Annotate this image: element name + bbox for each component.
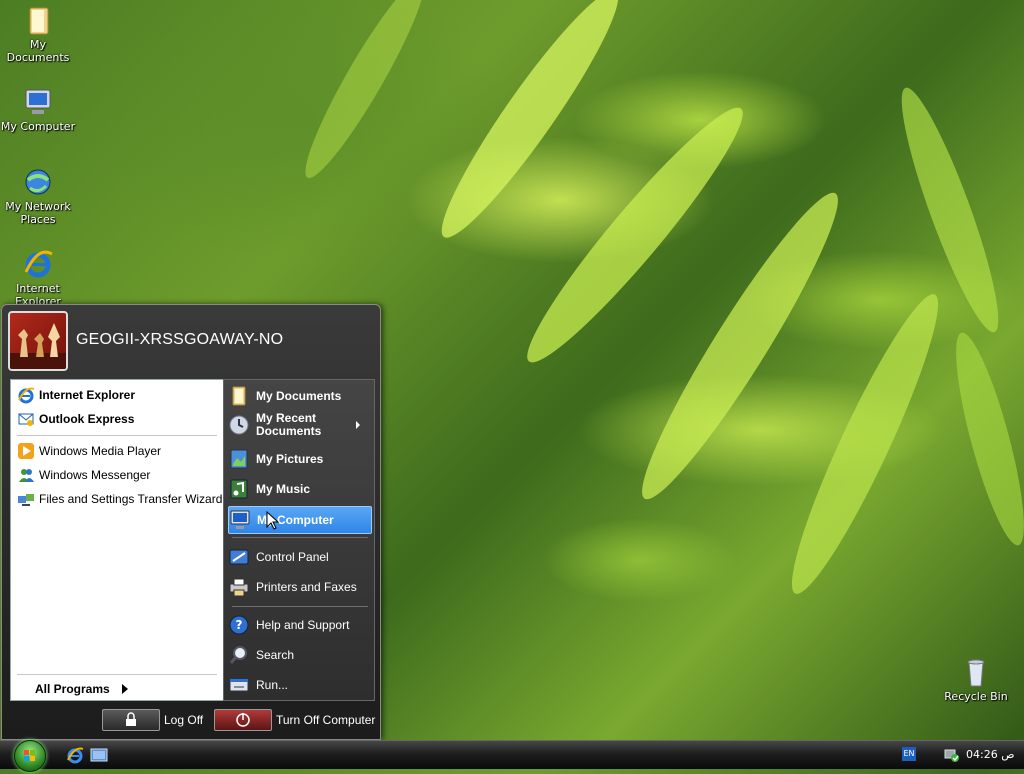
wallpaper-leaf [424,0,636,251]
pinned-item-label: Outlook Express [39,412,135,426]
run-icon [228,674,250,696]
place-control-panel[interactable]: Control Panel [228,546,370,568]
wallpaper-leaf [509,92,761,378]
computer-icon [22,86,54,118]
pictures-icon [228,448,250,470]
recycle-bin-icon [960,656,992,688]
all-programs-button[interactable]: All Programs [35,682,128,696]
separator [17,674,217,675]
log-off-label[interactable]: Log Off [164,713,203,727]
help-icon: ? [228,614,250,636]
desktop-icon-my-documents[interactable]: My Documents [0,4,76,64]
separator [17,435,217,436]
user-avatar[interactable] [8,311,68,371]
all-programs-label: All Programs [35,682,110,696]
place-my-music[interactable]: My Music [228,478,370,500]
internet-explorer-icon [22,248,54,280]
start-button[interactable] [14,740,46,772]
place-my-documents[interactable]: My Documents [228,385,370,407]
desktop-icon-internet-explorer[interactable]: Internet Explorer [0,248,76,308]
place-label: Run... [256,678,289,692]
transfer-wizard-icon [17,490,35,508]
desktop-icon-label: My Network Places [5,200,71,226]
computer-icon [229,509,251,531]
turn-off-button[interactable] [214,709,272,731]
wallpaper-leaf [291,0,439,187]
music-icon [228,478,250,500]
log-off-button[interactable] [102,709,160,731]
search-icon [228,644,250,666]
recent-documents-icon [228,414,250,436]
turn-off-label[interactable]: Turn Off Computer [276,713,375,727]
chess-pieces-icon [10,323,66,369]
taskbar: EN 04:26 ص [0,740,1024,772]
network-globe-icon [22,166,54,198]
start-menu-right-pane: My Documents My Recent Documents My Pict… [223,379,375,701]
desktop-icon-my-computer[interactable]: My Computer [0,86,76,133]
place-label: Help and Support [256,618,350,632]
pinned-internet-explorer[interactable]: Internet Explorer [17,386,135,404]
separator [232,537,368,538]
quicklaunch-internet-explorer-icon[interactable] [66,746,84,764]
place-label: Search [256,648,295,662]
user-name: GEOGII-XRSSGOAWAY-NO [76,331,284,348]
recent-item-label: Files and Settings Transfer Wizard [39,492,223,506]
recent-windows-media-player[interactable]: Windows Media Player [17,442,161,460]
pinned-item-label: Internet Explorer [39,388,136,402]
desktop-icon-label: My Documents [6,38,70,64]
documents-icon [228,385,250,407]
mouse-cursor-icon [266,511,280,530]
pinned-outlook-express[interactable]: Outlook Express [17,410,134,428]
desktop-icon-label: Recycle Bin [944,690,1008,703]
start-menu-footer: Log Off Turn Off Computer [2,705,380,739]
windows-logo-icon [24,750,35,761]
start-menu: GEOGII-XRSSGOAWAY-NO Internet Explorer O… [1,304,381,740]
start-menu-header: GEOGII-XRSSGOAWAY-NO [2,305,380,377]
wallpaper-leaf [943,327,1024,551]
place-my-computer[interactable]: My Computer [228,506,372,534]
desktop-icon-recycle-bin[interactable]: Recycle Bin [938,656,1014,703]
wallpaper-leaf [622,179,858,513]
start-menu-left-pane: Internet Explorer Outlook Express Window… [10,379,224,701]
control-panel-icon [228,546,250,568]
recent-item-label: Windows Messenger [39,468,151,482]
place-run[interactable]: Run... [228,674,370,696]
place-label: My Recent Documents [256,411,322,438]
place-help-and-support[interactable]: ? Help and Support [228,614,370,636]
wallpaper-leaf [773,284,957,604]
language-indicator[interactable]: EN [902,747,916,761]
wallpaper-leaf [886,80,1014,340]
place-label: Control Panel [256,550,329,564]
lock-icon [126,712,136,726]
desktop-icon-my-network-places[interactable]: My Network Places [0,166,76,226]
place-label: My Music [256,482,311,496]
svg-text:?: ? [236,618,243,632]
separator [232,606,368,607]
power-icon [236,713,250,727]
place-label: Printers and Faxes [256,580,357,594]
media-player-icon [17,442,35,460]
folder-icon [22,4,54,36]
recent-files-settings-transfer-wizard[interactable]: Files and Settings Transfer Wizard [17,490,222,508]
arrow-right-icon [121,684,128,694]
internet-explorer-icon [17,386,35,404]
desktop-icon-label: My Computer [0,120,76,133]
place-label: My Documents [256,389,342,403]
quicklaunch-show-desktop-icon[interactable] [90,746,108,764]
place-my-recent-documents[interactable]: My Recent Documents [228,412,370,438]
outlook-express-icon [17,410,35,428]
place-printers-and-faxes[interactable]: Printers and Faxes [228,576,370,598]
place-search[interactable]: Search [228,644,370,666]
submenu-arrow-icon [356,421,360,429]
clock[interactable]: 04:26 ص [966,748,1015,761]
place-my-pictures[interactable]: My Pictures [228,448,370,470]
place-label: My Pictures [256,452,324,466]
recent-windows-messenger[interactable]: Windows Messenger [17,466,150,484]
printer-icon [228,576,250,598]
network-status-icon[interactable] [944,747,960,763]
recent-item-label: Windows Media Player [39,444,162,458]
messenger-icon [17,466,35,484]
